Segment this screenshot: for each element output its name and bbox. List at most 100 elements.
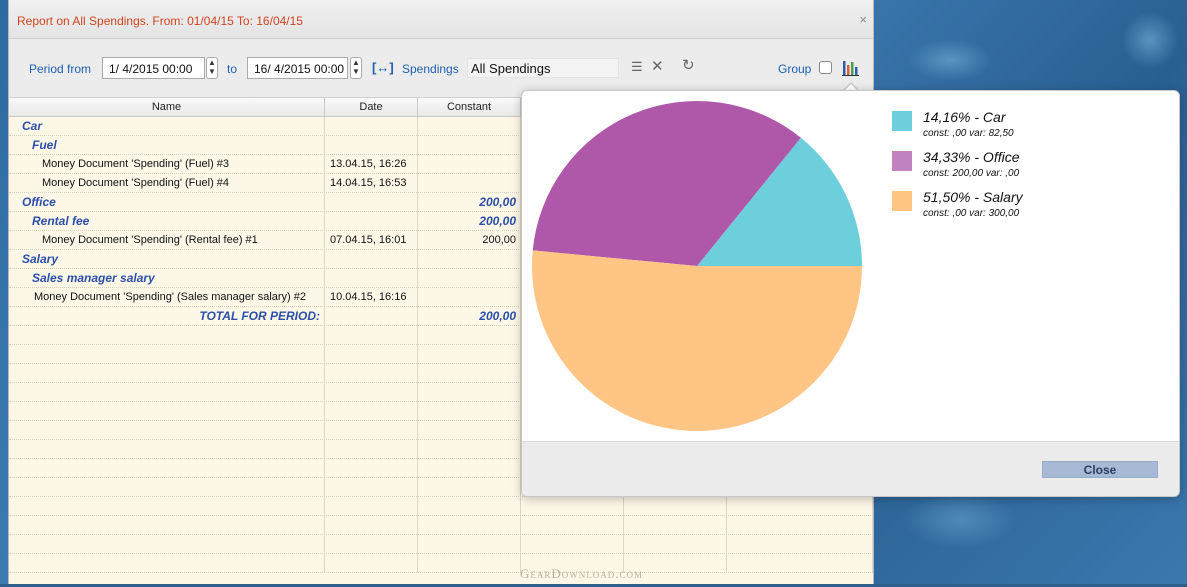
cell-empty (418, 383, 521, 402)
legend-label: 34,33% - Office (923, 149, 1020, 165)
cell-empty (9, 421, 325, 440)
cell-date (325, 193, 418, 212)
cell-date (325, 307, 418, 326)
cell-name: TOTAL FOR PERIOD: (9, 307, 325, 326)
cell-empty (521, 516, 624, 535)
cell-constant (418, 117, 521, 136)
cell-empty (9, 497, 325, 516)
table-row[interactable] (9, 516, 873, 535)
date-from-stepper[interactable]: ▲ ▼ (206, 57, 218, 79)
window-titlebar: Report on All Spendings. From: 01/04/15 … (9, 0, 873, 39)
chart-popover: 14,16% - Car const: ,00 var: 82,50 34,33% … (521, 90, 1180, 497)
clear-icon[interactable]: ✕ (651, 57, 664, 75)
watermark: GearDownload.com (520, 566, 644, 581)
cell-empty (325, 383, 418, 402)
cell-empty (727, 497, 873, 516)
cell-date (325, 117, 418, 136)
spendings-label: Spendings (402, 62, 459, 76)
table-row[interactable] (9, 554, 873, 573)
cell-empty (624, 497, 727, 516)
cell-empty (325, 364, 418, 383)
cell-empty (418, 440, 521, 459)
legend-label: 14,16% - Car (923, 109, 1006, 125)
cell-empty (9, 383, 325, 402)
refresh-icon[interactable]: ↻ (682, 56, 695, 74)
table-row[interactable] (9, 497, 873, 516)
cell-name: Money Document 'Spending' (Sales manager… (9, 288, 325, 307)
cell-constant (418, 269, 521, 288)
table-row[interactable] (9, 535, 873, 554)
cell-constant (418, 250, 521, 269)
cell-empty (624, 535, 727, 554)
cell-constant: 200,00 (418, 193, 521, 212)
cell-date: 10.04.15, 16:16 (325, 288, 418, 307)
legend-detail: const: ,00 var: 82,50 (923, 128, 1014, 139)
cell-empty (9, 345, 325, 364)
cell-empty (418, 326, 521, 345)
cell-empty (325, 402, 418, 421)
cell-empty (418, 497, 521, 516)
cell-empty (325, 459, 418, 478)
list-icon[interactable]: ☰ (631, 59, 643, 75)
cell-name: Money Document 'Spending' (Rental fee) #… (9, 231, 325, 250)
cell-empty (418, 421, 521, 440)
cell-date: 07.04.15, 16:01 (325, 231, 418, 250)
cell-empty (325, 440, 418, 459)
date-from-field[interactable]: 1/ 4/2015 00:00 (102, 57, 205, 79)
cell-date (325, 212, 418, 231)
cell-empty (418, 478, 521, 497)
cell-name: Rental fee (9, 212, 325, 231)
legend-swatch (892, 191, 912, 211)
cell-empty (418, 516, 521, 535)
cell-empty (325, 535, 418, 554)
cell-empty (325, 478, 418, 497)
bar-chart-icon[interactable] (841, 57, 861, 77)
cell-empty (9, 478, 325, 497)
cell-empty (325, 516, 418, 535)
cell-date (325, 136, 418, 155)
spendings-field[interactable]: All Spendings (467, 58, 619, 78)
cell-empty (325, 345, 418, 364)
group-label: Group (778, 62, 812, 76)
cell-empty (727, 516, 873, 535)
group-checkbox[interactable] (819, 61, 832, 74)
legend-swatch (892, 151, 912, 171)
date-to-stepper[interactable]: ▲ ▼ (350, 57, 362, 79)
popover-footer: Close (522, 441, 1179, 496)
cell-empty (624, 516, 727, 535)
window-close-icon[interactable]: × (859, 12, 867, 27)
cell-date: 14.04.15, 16:53 (325, 174, 418, 193)
cell-empty (418, 364, 521, 383)
cell-empty (727, 535, 873, 554)
column-header-name[interactable]: Name (9, 98, 325, 116)
pie-chart (532, 101, 862, 431)
range-icon[interactable]: [↔] (372, 60, 394, 75)
cell-empty (325, 554, 418, 573)
cell-date: 13.04.15, 16:26 (325, 155, 418, 174)
cell-name: Office (9, 193, 325, 212)
window-title: Report on All Spendings. From: 01/04/15 … (17, 14, 303, 28)
cell-empty (521, 535, 624, 554)
legend-label: 51,50% - Salary (923, 189, 1023, 205)
cell-empty (9, 459, 325, 478)
close-button[interactable]: Close (1042, 461, 1158, 478)
cell-name: Fuel (9, 136, 325, 155)
cell-empty (418, 345, 521, 364)
legend-detail: const: ,00 var: 300,00 (923, 208, 1020, 219)
cell-empty (9, 440, 325, 459)
cell-empty (418, 459, 521, 478)
cell-empty (9, 516, 325, 535)
cell-name: Salary (9, 250, 325, 269)
cell-empty (9, 402, 325, 421)
column-header-date[interactable]: Date (325, 98, 418, 116)
date-to-field[interactable]: 16/ 4/2015 00:00 (247, 57, 348, 79)
cell-constant: 200,00 (418, 212, 521, 231)
cell-empty (521, 497, 624, 516)
cell-empty (418, 554, 521, 573)
cell-empty (325, 326, 418, 345)
cell-constant: 200,00 (418, 307, 521, 326)
column-header-constant[interactable]: Constant (418, 98, 521, 116)
cell-empty (9, 326, 325, 345)
cell-date (325, 250, 418, 269)
cell-constant: 200,00 (418, 231, 521, 250)
